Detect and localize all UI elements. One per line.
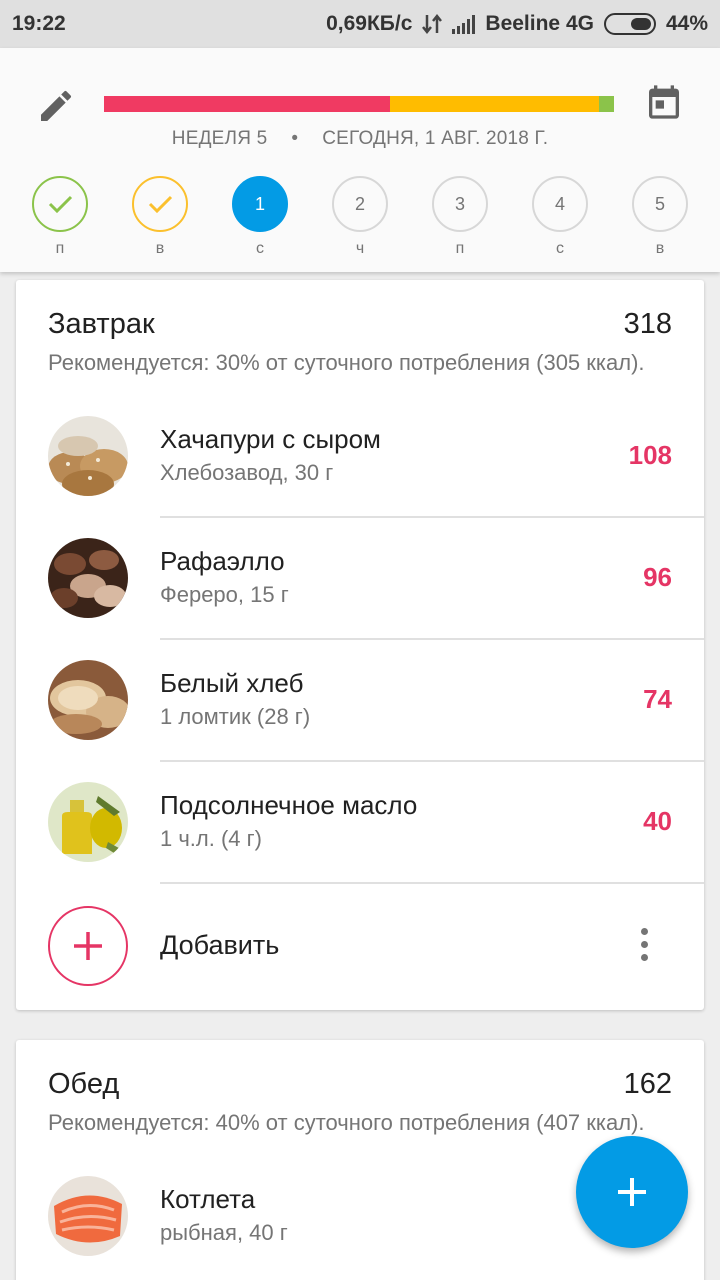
calorie-progress-bar	[104, 96, 614, 112]
check-icon	[148, 195, 173, 214]
day-circle	[32, 176, 88, 232]
progress-segment	[104, 96, 390, 112]
day-selector-6[interactable]: 5в	[630, 176, 690, 258]
day-number: 5	[654, 193, 665, 214]
food-item-row[interactable]: Белый хлеб 1 ломтик (28 г) 74	[16, 640, 704, 762]
meal-card-header[interactable]: Обед 162 Рекомендуется: 40% от суточного…	[16, 1040, 704, 1136]
week-date-line: НЕДЕЛЯ 5 • СЕГОДНЯ, 1 АВГ. 2018 Г.	[0, 128, 720, 150]
check-icon	[48, 195, 73, 214]
food-name: Котлета	[160, 1184, 256, 1214]
food-item-row[interactable]: Рафаэлло Фереро, 15 г 96	[16, 518, 704, 640]
food-name: Рафаэлло	[160, 546, 285, 576]
day-label: п	[455, 240, 465, 257]
food-kcal: 108	[628, 440, 672, 470]
date-label[interactable]: СЕГОДНЯ, 1 АВГ. 2018 Г.	[322, 128, 548, 149]
day-number: 2	[354, 193, 365, 214]
food-photo	[48, 660, 128, 740]
progress-segment	[389, 96, 599, 112]
food-portion: Фереро, 15 г	[160, 582, 289, 607]
network-speed: 0,69КБ/с	[326, 12, 413, 35]
food-portion: Хлебозавод, 30 г	[160, 460, 334, 485]
food-name: Хачапури с сыром	[160, 424, 381, 454]
food-name: Белый хлеб	[160, 668, 304, 698]
day-label: в	[155, 240, 165, 257]
carrier-name: Beeline 4G	[485, 12, 594, 35]
day-number: 3	[454, 193, 465, 214]
meal-total-kcal: 318	[623, 308, 672, 340]
food-item-row[interactable]: Подсолнечное масло 1 ч.л. (4 г) 40	[16, 762, 704, 884]
meal-card-header[interactable]: Завтрак 318 Рекомендуется: 30% от суточн…	[16, 280, 704, 376]
day-circle: 3	[432, 176, 488, 232]
day-selector-3[interactable]: 2ч	[330, 176, 390, 258]
food-name: Подсолнечное масло	[160, 790, 418, 820]
meal-item-list: Хачапури с сыром Хлебозавод, 30 г 108 Рафаэ…	[16, 396, 704, 884]
meal-total-kcal: 162	[623, 1068, 672, 1100]
plus-icon	[74, 932, 102, 960]
separator-dot: •	[291, 128, 299, 149]
meal-title: Завтрак	[48, 308, 155, 340]
food-portion: 1 ломтик (28 г)	[160, 704, 311, 729]
calendar-icon[interactable]	[644, 82, 684, 122]
day-number: 4	[554, 193, 565, 214]
day-selector-2[interactable]: 1с	[230, 176, 290, 258]
day-circle: 4	[532, 176, 588, 232]
meal-recommendation: Рекомендуется: 40% от суточного потребле…	[48, 1110, 645, 1135]
food-photo	[48, 1176, 128, 1256]
food-item-row[interactable]: Хачапури с сыром Хлебозавод, 30 г 108	[16, 396, 704, 518]
status-time: 19:22	[12, 12, 66, 35]
food-kcal: 96	[643, 562, 672, 592]
day-label: с	[556, 240, 564, 257]
food-portion: 1 ч.л. (4 г)	[160, 826, 263, 851]
day-selector-5[interactable]: 4с	[530, 176, 590, 258]
day-circle: 1	[232, 176, 288, 232]
pencil-icon[interactable]	[36, 86, 76, 126]
more-vert-icon[interactable]	[636, 928, 652, 964]
day-selector-0[interactable]: п	[30, 176, 90, 258]
food-photo	[48, 538, 128, 618]
meal-card-breakfast: Завтрак 318 Рекомендуется: 30% от суточн…	[16, 280, 704, 1010]
signal-icon	[452, 14, 476, 34]
day-label: в	[655, 240, 665, 257]
day-selector-4[interactable]: 3п	[430, 176, 490, 258]
food-photo	[48, 782, 128, 862]
food-portion: рыбная, 40 г	[160, 1220, 288, 1245]
food-photo	[48, 416, 128, 496]
day-label: ч	[355, 240, 365, 257]
meal-title: Обед	[48, 1068, 120, 1100]
data-transfer-icon	[422, 13, 443, 35]
add-fab-button[interactable]	[576, 1136, 688, 1248]
battery-icon	[603, 13, 656, 35]
add-food-button[interactable]	[48, 906, 128, 986]
day-circle: 2	[332, 176, 388, 232]
progress-segment	[598, 96, 614, 112]
meal-recommendation: Рекомендуется: 30% от суточного потребле…	[48, 350, 645, 375]
food-kcal: 74	[643, 684, 672, 714]
day-number: 1	[254, 193, 265, 214]
day-circle	[132, 176, 188, 232]
status-bar: 19:22 0,69КБ/с Beeline 4G 44%	[0, 0, 720, 48]
plus-icon	[618, 1178, 646, 1206]
add-food-label: Добавить	[160, 930, 280, 960]
food-kcal: 40	[643, 806, 672, 836]
add-food-row[interactable]: Добавить	[16, 884, 704, 1010]
day-label: п	[55, 240, 65, 257]
week-label: НЕДЕЛЯ 5	[171, 128, 268, 149]
day-selector-1[interactable]: в	[130, 176, 190, 258]
diary-header: НЕДЕЛЯ 5 • СЕГОДНЯ, 1 АВГ. 2018 Г. пв1с2ч3…	[0, 48, 720, 272]
week-days-row: пв1с2ч3п4с5в	[0, 176, 720, 266]
battery-level: 44%	[665, 12, 708, 35]
day-label: с	[256, 240, 264, 257]
day-circle: 5	[632, 176, 688, 232]
